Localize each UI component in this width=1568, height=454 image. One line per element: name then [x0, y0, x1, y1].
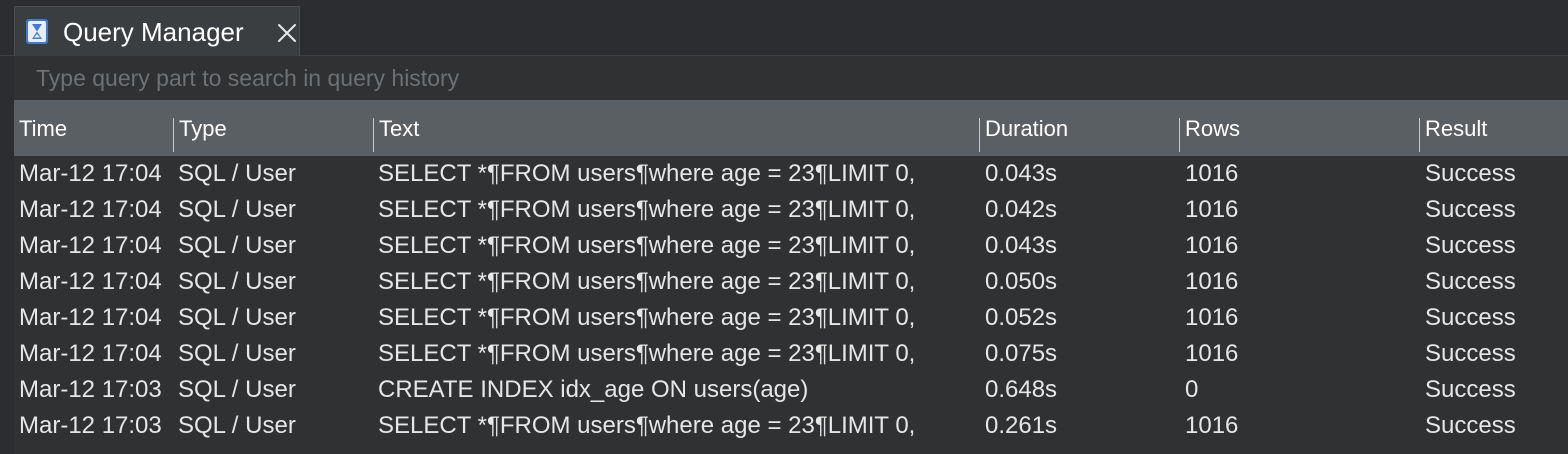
cell-text: SELECT *¶FROM users¶where age = 23¶LIMIT…	[378, 196, 916, 223]
cell-result: Success	[1425, 304, 1516, 331]
query-history-table: Time Type Text Duration Rows Result Mar-…	[14, 100, 1568, 454]
cell-rows: 1016	[1185, 232, 1239, 259]
cell-text: SELECT *¶FROM users¶where age = 23¶LIMIT…	[378, 268, 916, 295]
cell-duration: 0.050s	[985, 268, 1058, 295]
tab-bar: Query Manager	[0, 0, 1568, 56]
cell-text: SELECT *¶FROM users¶where age = 23¶LIMIT…	[378, 232, 916, 259]
column-header-rows[interactable]: Rows	[1180, 100, 1419, 156]
search-bar	[14, 57, 1568, 100]
cell-duration: 0.043s	[985, 232, 1058, 259]
cell-duration: 0.042s	[985, 196, 1058, 223]
cell-type: SQL / User	[178, 376, 296, 403]
cell-rows: 1016	[1185, 196, 1239, 223]
cell-time: Mar-12 17:04	[19, 196, 162, 223]
cell-type: SQL / User	[178, 340, 296, 367]
left-gutter	[0, 56, 14, 454]
cell-type: SQL / User	[178, 412, 296, 439]
cell-type: SQL / User	[178, 232, 296, 259]
cell-time: Mar-12 17:04	[19, 304, 162, 331]
tab-query-manager[interactable]: Query Manager	[14, 6, 300, 56]
cell-duration: 0.648s	[985, 376, 1058, 403]
table-row[interactable]: Mar-12 17:04 SQL / User SELECT *¶FROM us…	[14, 264, 1568, 300]
search-input[interactable]	[14, 57, 1568, 100]
table-row[interactable]: Mar-12 17:04 SQL / User SELECT *¶FROM us…	[14, 300, 1568, 336]
cell-time: Mar-12 17:04	[19, 268, 162, 295]
tab-title: Query Manager	[63, 17, 244, 47]
cell-rows: 1016	[1185, 268, 1239, 295]
cell-text: SELECT *¶FROM users¶where age = 23¶LIMIT…	[378, 340, 916, 367]
cell-text: SELECT *¶FROM users¶where age = 23¶LIMIT…	[378, 160, 916, 187]
table-body: Mar-12 17:04 SQL / User SELECT *¶FROM us…	[14, 156, 1568, 444]
cell-rows: 1016	[1185, 160, 1239, 187]
table-row[interactable]: Mar-12 17:03 SQL / User CREATE INDEX idx…	[14, 372, 1568, 408]
cell-time: Mar-12 17:03	[19, 376, 162, 403]
cell-result: Success	[1425, 160, 1516, 187]
cell-result: Success	[1425, 412, 1516, 439]
cell-type: SQL / User	[178, 304, 296, 331]
close-icon[interactable]	[275, 21, 299, 45]
cell-time: Mar-12 17:04	[19, 340, 162, 367]
cell-duration: 0.043s	[985, 160, 1058, 187]
table-row[interactable]: Mar-12 17:04 SQL / User SELECT *¶FROM us…	[14, 156, 1568, 192]
cell-result: Success	[1425, 232, 1516, 259]
cell-time: Mar-12 17:04	[19, 160, 162, 187]
cell-time: Mar-12 17:03	[19, 412, 162, 439]
hourglass-icon	[26, 19, 48, 44]
cell-type: SQL / User	[178, 268, 296, 295]
cell-text: CREATE INDEX idx_age ON users(age)	[378, 376, 809, 403]
query-manager-window: Query Manager Time Type Text Duration Ro…	[0, 0, 1568, 454]
table-row[interactable]: Mar-12 17:04 SQL / User SELECT *¶FROM us…	[14, 228, 1568, 264]
cell-rows: 1016	[1185, 412, 1239, 439]
cell-type: SQL / User	[178, 196, 296, 223]
table-header: Time Type Text Duration Rows Result	[14, 100, 1568, 156]
column-header-type[interactable]: Type	[174, 100, 373, 156]
cell-result: Success	[1425, 268, 1516, 295]
table-row[interactable]: Mar-12 17:04 SQL / User SELECT *¶FROM us…	[14, 336, 1568, 372]
table-row[interactable]: Mar-12 17:03 SQL / User SELECT *¶FROM us…	[14, 408, 1568, 444]
cell-type: SQL / User	[178, 160, 296, 187]
cell-rows: 0	[1185, 376, 1199, 403]
cell-text: SELECT *¶FROM users¶where age = 23¶LIMIT…	[378, 304, 916, 331]
column-header-duration[interactable]: Duration	[980, 100, 1179, 156]
cell-rows: 1016	[1185, 340, 1239, 367]
cell-result: Success	[1425, 340, 1516, 367]
cell-text: SELECT *¶FROM users¶where age = 23¶LIMIT…	[378, 412, 916, 439]
cell-time: Mar-12 17:04	[19, 232, 162, 259]
table-row[interactable]: Mar-12 17:04 SQL / User SELECT *¶FROM us…	[14, 192, 1568, 228]
cell-duration: 0.052s	[985, 304, 1058, 331]
cell-result: Success	[1425, 376, 1516, 403]
cell-duration: 0.075s	[985, 340, 1058, 367]
column-header-time[interactable]: Time	[14, 100, 173, 156]
cell-result: Success	[1425, 196, 1516, 223]
column-header-text[interactable]: Text	[374, 100, 979, 156]
cell-duration: 0.261s	[985, 412, 1058, 439]
cell-rows: 1016	[1185, 304, 1239, 331]
column-header-result[interactable]: Result	[1420, 100, 1568, 156]
